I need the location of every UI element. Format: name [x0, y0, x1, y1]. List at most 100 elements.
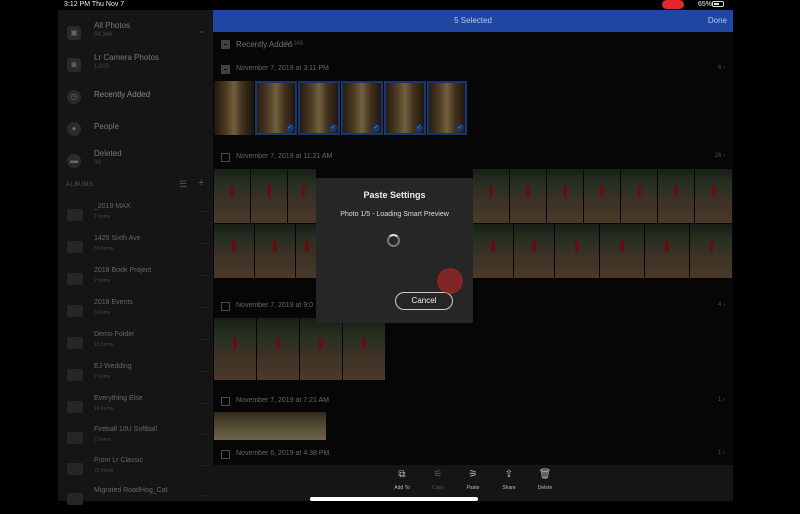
more-icon[interactable]: ···	[199, 303, 207, 312]
folder-icon	[67, 209, 83, 221]
sidebar-item-lr-camera[interactable]: ◙ Lr Camera Photos 1,003	[58, 50, 213, 80]
album-label: _2019 MAX	[94, 203, 131, 210]
tool-label: Share	[502, 485, 516, 491]
paste-settings-dialog: Paste Settings Photo 1/5 - Loading Smart…	[316, 178, 473, 323]
album-count: 72 Items	[94, 468, 114, 474]
selection-bar: 5 Selected Done	[213, 10, 733, 32]
sidebar-item-deleted[interactable]: ▬ Deleted 38	[58, 146, 213, 176]
album-label: EJ Wedding	[94, 363, 132, 370]
more-icon[interactable]: ···	[199, 367, 207, 376]
more-icon[interactable]: ···	[199, 461, 207, 470]
cancel-button[interactable]: Cancel	[395, 292, 453, 310]
sidebar-item-label: All Photos	[94, 21, 131, 30]
album-item[interactable]: From Lr Classic 72 Items ···	[58, 454, 213, 484]
tool-label: Add To	[394, 485, 410, 491]
album-count: 2 Items	[94, 278, 111, 284]
battery-icon	[712, 1, 724, 7]
tool-label: Copy	[432, 485, 444, 491]
album-item[interactable]: Everything Else 14 Items ···	[58, 392, 213, 422]
album-label: 1425 Sixth Ave	[94, 235, 141, 242]
add-to-icon: ⧉	[398, 469, 406, 480]
touch-indicator	[437, 268, 463, 294]
album-label: 2018 Book Project	[94, 267, 152, 274]
copy-settings-icon: ⚟	[433, 469, 443, 480]
album-label: Demo Folder	[94, 331, 135, 338]
more-icon[interactable]: ···	[199, 271, 207, 280]
album-count: 7 Items	[94, 374, 111, 380]
album-count: 14 Items	[94, 406, 114, 412]
copy-button[interactable]: ⚟ Copy	[418, 469, 458, 495]
album-label: Everything Else	[94, 395, 143, 402]
selection-count: 5 Selected	[454, 16, 492, 25]
folder-icon	[67, 463, 83, 475]
clock-icon: ◷	[67, 90, 81, 104]
album-item[interactable]: EJ Wedding 7 Items ···	[58, 360, 213, 390]
sidebar-item-recently-added[interactable]: ◷ Recently Added	[58, 82, 213, 112]
more-icon[interactable]: ···	[199, 207, 207, 216]
dialog-title: Paste Settings	[363, 190, 426, 200]
status-time: 3:12 PM Thu Nov 7	[64, 1, 125, 8]
folder-icon	[67, 401, 83, 413]
sidebar-item-label: Deleted	[94, 149, 122, 158]
modal-overlay	[213, 32, 733, 465]
recording-indicator	[662, 0, 684, 9]
status-bar: 3:12 PM Thu Nov 7 65%	[0, 0, 800, 10]
sidebar-item-label: Recently Added	[94, 90, 151, 99]
folder-icon	[67, 305, 83, 317]
album-item[interactable]: Demo Folder 15 Items ···	[58, 328, 213, 358]
album-count: 7 Items	[94, 214, 111, 220]
album-label: Migrated RoadHog_Cat	[94, 487, 168, 494]
album-item[interactable]: Fireball 10U Softball 2 Items ···	[58, 423, 213, 453]
tool-label: Paste	[466, 485, 480, 491]
more-icon[interactable]: ···	[199, 399, 207, 408]
sort-icon[interactable]: ☰	[179, 179, 187, 190]
sidebar-item-label: People	[94, 122, 119, 131]
paste-settings-icon: ⚞	[468, 469, 478, 480]
album-count: 59 Items	[94, 246, 114, 252]
bottom-toolbar: ⧉ Add To ⚟ Copy ⚞ Paste ⇪ Share 🗑 Delete	[213, 465, 733, 501]
album-item[interactable]: Migrated RoadHog_Cat ···	[58, 484, 213, 514]
album-item[interactable]: 2018 Book Project 2 Items ···	[58, 264, 213, 294]
folder-icon	[67, 337, 83, 349]
more-icon[interactable]: ···	[199, 335, 207, 344]
camera-icon: ◙	[67, 58, 81, 72]
folder-icon	[67, 241, 83, 253]
sidebar-item-all-photos[interactable]: ▣ All Photos 84,346 ⌄	[58, 18, 213, 48]
album-item[interactable]: 1425 Sixth Ave 59 Items ···	[58, 232, 213, 262]
home-indicator[interactable]	[310, 497, 478, 501]
folder-icon	[67, 273, 83, 285]
more-icon[interactable]: ···	[199, 430, 207, 439]
album-item[interactable]: _2019 MAX 7 Items ···	[58, 200, 213, 230]
sidebar-item-count: 38	[94, 160, 101, 166]
more-icon[interactable]: ···	[199, 491, 207, 500]
trash-icon: 🗑	[538, 469, 552, 480]
sidebar-item-count: 1,003	[94, 64, 110, 70]
album-count: 15 Items	[94, 342, 114, 348]
album-label: 2018 Events	[94, 299, 133, 306]
add-album-icon[interactable]: +	[198, 177, 204, 189]
paste-button[interactable]: ⚞ Paste	[453, 469, 493, 495]
more-icon[interactable]: ···	[199, 239, 207, 248]
chevron-down-icon[interactable]: ⌄	[198, 26, 205, 35]
loading-spinner-icon	[387, 234, 400, 247]
share-icon: ⇪	[504, 469, 514, 480]
album-label: From Lr Classic	[94, 457, 144, 464]
done-button[interactable]: Done	[708, 16, 727, 25]
sidebar-item-count: 84,346	[94, 32, 113, 38]
tool-label: Delete	[537, 485, 553, 491]
album-item[interactable]: 2018 Events 3 Items ···	[58, 296, 213, 326]
person-icon: ●	[67, 122, 81, 136]
photos-icon: ▣	[67, 26, 81, 40]
share-button[interactable]: ⇪ Share	[489, 469, 529, 495]
sidebar: ▣ All Photos 84,346 ⌄ ◙ Lr Camera Photos…	[58, 10, 213, 505]
folder-icon	[67, 369, 83, 381]
battery-percent: 65%	[698, 1, 713, 8]
album-count: 2 Items	[94, 437, 111, 443]
dialog-progress-text: Photo 1/5 - Loading Smart Preview	[340, 211, 449, 218]
sidebar-item-people[interactable]: ● People	[58, 114, 213, 144]
add-to-button[interactable]: ⧉ Add To	[382, 469, 422, 495]
delete-button[interactable]: 🗑 Delete	[525, 469, 565, 495]
folder-icon	[67, 432, 83, 444]
folder-icon	[67, 493, 83, 505]
trash-icon: ▬	[67, 154, 81, 168]
